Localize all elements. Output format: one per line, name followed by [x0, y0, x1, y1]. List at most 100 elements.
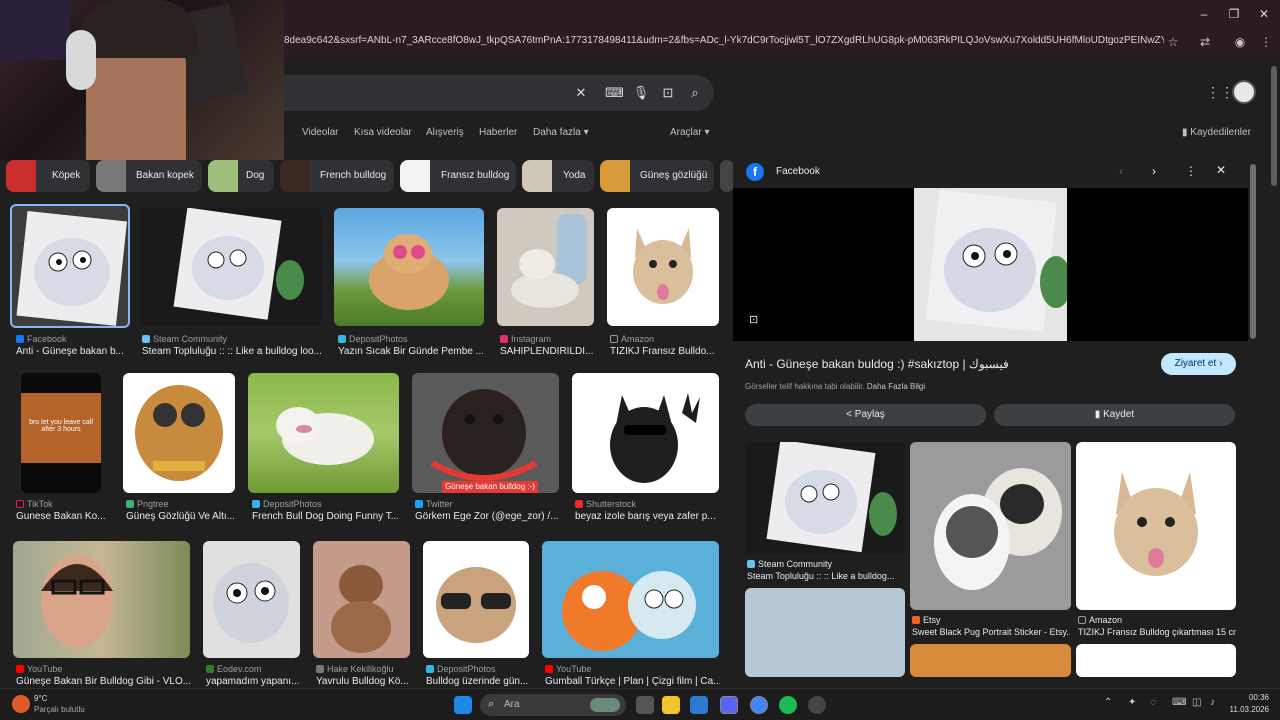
avatar[interactable]	[1232, 80, 1256, 104]
related-image[interactable]	[1076, 644, 1236, 677]
task-view-icon[interactable]	[636, 696, 654, 714]
lens-icon[interactable]: ⊡	[659, 84, 677, 102]
tab-news[interactable]: Haberler	[479, 127, 517, 138]
related-image[interactable]	[745, 588, 905, 677]
visit-button[interactable]: Ziyaret et ›	[1161, 353, 1236, 375]
page-scrollbar[interactable]	[1268, 56, 1280, 688]
result-image[interactable]	[572, 373, 719, 493]
taskbar-search[interactable]: ⌕ Ara	[480, 694, 626, 716]
apps-grid-icon[interactable]: ⋮⋮	[1206, 84, 1234, 102]
search-icon[interactable]: ⌕	[686, 84, 704, 102]
related-image[interactable]	[910, 442, 1071, 610]
tab-videos[interactable]: Videolar	[302, 127, 339, 138]
result-caption[interactable]: French Bull Dog Doing Funny T...	[252, 511, 398, 522]
maximize-icon[interactable]: ❐	[1226, 6, 1242, 22]
result-caption[interactable]: Güneşe Bakan Bir Bulldog Gibi - VLO...	[16, 676, 191, 687]
weather-icon[interactable]	[12, 695, 30, 713]
result-image[interactable]: bro let you leave call after 3 hours	[21, 373, 101, 493]
related-image[interactable]	[745, 442, 905, 554]
close-icon[interactable]: ✕	[1256, 6, 1272, 22]
related-caption[interactable]: Steam Topluluğu :: :: Like a bulldog...	[747, 571, 905, 581]
discord-icon[interactable]	[720, 696, 738, 714]
chip-kopek[interactable]: Köpek	[6, 160, 90, 192]
next-arrow-icon[interactable]: ›	[1152, 164, 1156, 178]
tab-more[interactable]: Daha fazla ▾	[533, 127, 589, 138]
microphone-icon[interactable]: 🎙	[632, 84, 650, 102]
tray-app-icon[interactable]: ✦	[1128, 697, 1136, 708]
clear-icon[interactable]: ✕	[572, 84, 590, 102]
result-caption[interactable]: Gumball Türkçe | Plan | Çizgi film | Ca.…	[545, 676, 720, 687]
file-explorer-icon[interactable]	[662, 696, 680, 714]
result-caption[interactable]: Bulldog üzerinde gün...	[426, 676, 530, 687]
result-image[interactable]	[313, 541, 410, 658]
result-image[interactable]	[140, 208, 321, 326]
prev-arrow-icon[interactable]: ‹	[1119, 164, 1123, 178]
spotify-icon[interactable]	[779, 696, 797, 714]
tray-app-icon[interactable]: ◌	[1150, 697, 1156, 708]
keyboard-icon[interactable]: ⌨	[605, 84, 624, 102]
chrome-icon[interactable]	[750, 696, 768, 714]
profile-icon[interactable]: ◉	[1232, 34, 1248, 50]
scrollbar-thumb[interactable]	[1271, 66, 1277, 186]
result-caption[interactable]: SAHIPLENDIRILDI...	[500, 346, 594, 357]
panel-scrollbar[interactable]	[1248, 152, 1258, 677]
result-caption[interactable]: TIZIKJ Fransız Bulldo...	[610, 346, 718, 357]
windows-start-icon[interactable]	[454, 696, 472, 714]
chip-fransiz-bulldog[interactable]: Fransız bulldog	[400, 160, 516, 192]
preview-image[interactable]	[914, 188, 1067, 341]
bookmark-star-icon[interactable]: ☆	[1165, 34, 1181, 50]
related-caption[interactable]: TIZIKJ Fransız Bulldog çıkartması 15 cm.…	[1078, 627, 1236, 637]
result-caption[interactable]: Güneş Gözlüğü Ve Altı...	[126, 511, 234, 522]
network-icon[interactable]: ◫	[1192, 697, 1201, 708]
result-caption[interactable]: Steam Topluluğu :: :: Like a bulldog loo…	[142, 346, 322, 357]
menu-dots-icon[interactable]: ⋮	[1258, 34, 1274, 50]
share-button[interactable]: < Paylaş	[745, 404, 986, 426]
related-image[interactable]	[1076, 442, 1236, 610]
clock-date[interactable]: 11.03.2026	[1213, 705, 1269, 714]
result-image[interactable]	[607, 208, 719, 326]
save-button[interactable]: ▮ Kaydet	[994, 404, 1235, 426]
more-info-link[interactable]: Daha Fazla Bilgi	[867, 382, 925, 391]
result-image[interactable]	[334, 208, 484, 326]
result-caption[interactable]: Yavrulu Bulldog Kö...	[316, 676, 411, 687]
chip-french-bulldog[interactable]: French bulldog	[280, 160, 394, 192]
minimize-icon[interactable]: –	[1196, 6, 1212, 22]
result-image[interactable]: Güneşe bakan bulldog :-)	[412, 373, 559, 493]
result-caption[interactable]: Anti - Güneşe bakan b...	[16, 346, 128, 357]
saved-link[interactable]: ▮ Kaydedilenler	[1182, 127, 1251, 138]
result-image[interactable]	[423, 541, 529, 658]
edge-icon[interactable]	[690, 696, 708, 714]
result-image[interactable]	[542, 541, 719, 658]
result-caption[interactable]: Yazın Sıcak Bir Günde Pembe ...	[338, 346, 483, 357]
result-image[interactable]	[123, 373, 235, 493]
panel-title[interactable]: Anti - Güneşe bakan buldog :) #sakıztop …	[745, 357, 1145, 371]
result-caption[interactable]: Görkem Ege Zor (@ege_zor) /...	[415, 511, 558, 522]
chip-yoda[interactable]: Yoda	[522, 160, 594, 192]
result-image[interactable]	[203, 541, 300, 658]
result-caption[interactable]: yapamadım yapanı...	[206, 676, 301, 687]
panel-source[interactable]: Facebook	[776, 166, 820, 177]
more-options-icon[interactable]: ⋮	[1185, 164, 1197, 178]
result-caption[interactable]: beyaz izole barış veya zafer p...	[575, 511, 718, 522]
tab-short-videos[interactable]: Kısa videolar	[354, 127, 412, 138]
url-text[interactable]: 8dea9c642&sxsrf=ANbL-n7_3ARcce8fO8wJ_tkp…	[284, 35, 1164, 46]
scrollbar-thumb[interactable]	[1250, 164, 1256, 339]
tab-shopping[interactable]: Alışveriş	[426, 127, 464, 138]
result-image[interactable]	[248, 373, 399, 493]
steam-icon[interactable]	[808, 696, 826, 714]
result-caption[interactable]: Gunese Bakan Ko...	[16, 511, 116, 522]
translate-icon[interactable]: ⇄	[1197, 34, 1213, 50]
result-image[interactable]	[10, 204, 130, 328]
related-caption[interactable]: Sweet Black Pug Portrait Sticker - Etsy.…	[912, 627, 1070, 637]
result-image[interactable]	[497, 208, 594, 326]
tab-tools[interactable]: Araçlar ▾	[670, 127, 710, 138]
keyboard-icon[interactable]: ⌨	[1172, 697, 1186, 708]
clock-time[interactable]: 00:36	[1221, 693, 1269, 702]
lens-search-icon[interactable]: ⊡	[749, 313, 763, 327]
chip-gunes-gozlugu[interactable]: Güneş gözlüğü	[600, 160, 714, 192]
chip-dog[interactable]: Dog	[208, 160, 274, 192]
result-image[interactable]	[13, 541, 190, 658]
chip-overflow[interactable]	[720, 160, 734, 192]
chip-bakan-kopek[interactable]: Bakan kopek	[96, 160, 202, 192]
related-image[interactable]	[910, 644, 1071, 677]
